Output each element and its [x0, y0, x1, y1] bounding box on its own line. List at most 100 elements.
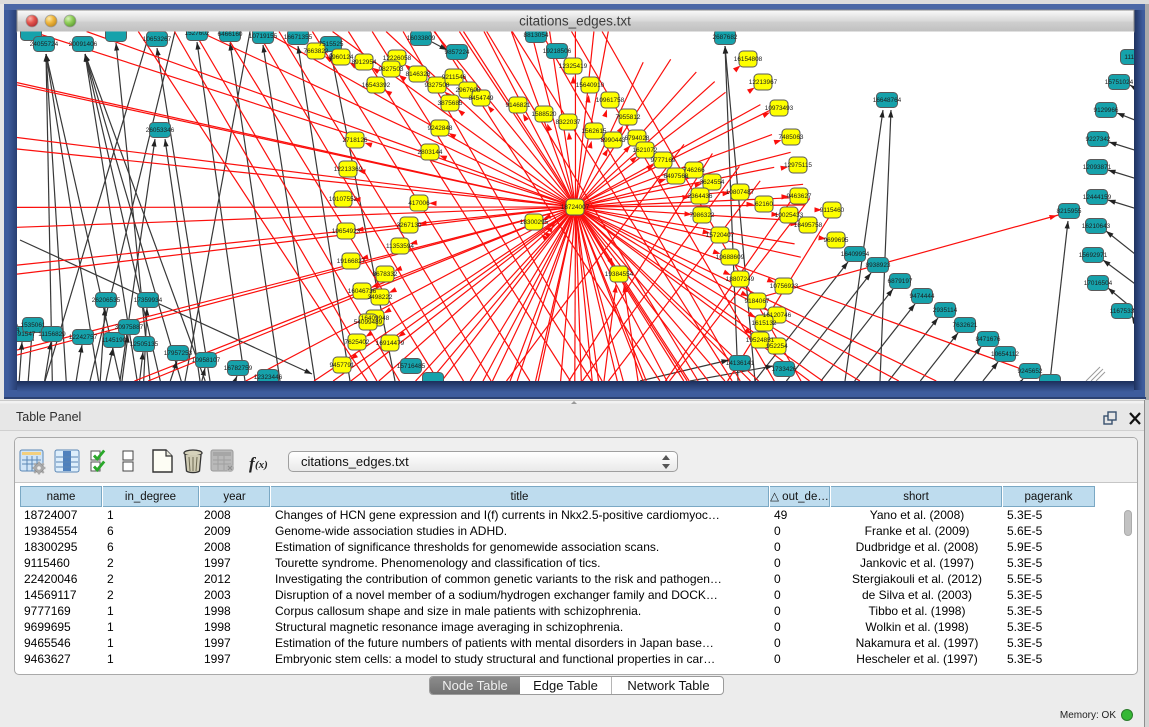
- svg-text:30975887: 30975887: [115, 324, 144, 331]
- svg-text:16543392: 16543392: [362, 82, 391, 89]
- svg-text:9827503: 9827503: [379, 66, 404, 73]
- svg-text:7986322: 7986322: [690, 212, 715, 219]
- svg-text:24055724: 24055724: [30, 41, 59, 48]
- svg-text:7632621: 7632621: [953, 322, 978, 329]
- svg-text:1621072: 1621072: [633, 147, 658, 154]
- svg-text:10961758: 10961758: [596, 97, 625, 104]
- svg-text:2718126: 2718126: [343, 137, 368, 144]
- svg-text:8146328: 8146328: [406, 71, 431, 78]
- svg-text:9474444: 9474444: [910, 293, 935, 300]
- svg-text:18300295: 18300295: [520, 219, 549, 226]
- svg-text:16120746: 16120746: [763, 312, 792, 319]
- svg-text:10654112: 10654112: [991, 351, 1019, 358]
- svg-text:8990443: 8990443: [601, 137, 626, 144]
- svg-text:19384554: 19384554: [605, 271, 634, 278]
- svg-text:10807487: 10807487: [726, 189, 755, 196]
- svg-text:6879197: 6879197: [888, 278, 913, 285]
- svg-text:10973493: 10973493: [765, 105, 794, 112]
- svg-text:2803144: 2803144: [418, 149, 443, 156]
- svg-text:54099489: 54099489: [354, 319, 383, 326]
- svg-text:16782759: 16782759: [224, 365, 253, 372]
- svg-text:9699695: 9699695: [824, 237, 849, 244]
- svg-text:16154808: 16154808: [734, 56, 763, 63]
- svg-text:1167533: 1167533: [1110, 308, 1135, 315]
- svg-text:8471676: 8471676: [976, 336, 1001, 343]
- svg-text:1733426: 1733426: [772, 366, 797, 373]
- svg-text:3267130: 3267130: [397, 222, 422, 229]
- svg-text:12444159: 12444159: [1083, 194, 1112, 201]
- svg-text:1588520: 1588520: [532, 111, 557, 118]
- svg-text:10756923: 10756923: [770, 283, 799, 290]
- svg-text:10107552: 10107552: [329, 196, 358, 203]
- svg-text:9327508: 9327508: [425, 82, 450, 89]
- svg-text:14136141: 14136141: [726, 360, 755, 367]
- svg-text:19166827: 19166827: [337, 258, 366, 265]
- svg-text:(x): (x): [255, 459, 268, 471]
- svg-text:1145190: 1145190: [102, 337, 127, 344]
- svg-text:8454749: 8454749: [469, 95, 494, 102]
- svg-text:10025433: 10025433: [775, 212, 804, 219]
- svg-text:1615132: 1615132: [752, 320, 777, 327]
- svg-text:7515525: 7515525: [319, 41, 344, 48]
- svg-text:8960124: 8960124: [329, 54, 354, 61]
- svg-text:11156829: 11156829: [38, 331, 66, 338]
- svg-text:16914479: 16914479: [376, 340, 405, 347]
- svg-text:18724007: 18724007: [561, 204, 590, 211]
- svg-text:12213967: 12213967: [749, 79, 778, 86]
- svg-text:9129966: 9129966: [1094, 107, 1119, 114]
- svg-text:8215955: 8215955: [1057, 208, 1082, 215]
- svg-text:6497568: 6497568: [664, 173, 689, 180]
- svg-text:2364436: 2364436: [688, 193, 713, 200]
- svg-text:17016504: 17016504: [1084, 280, 1113, 287]
- svg-text:16671355: 16671355: [284, 34, 313, 41]
- svg-text:26053346: 26053346: [146, 127, 175, 134]
- svg-text:15692971: 15692971: [1079, 252, 1108, 259]
- svg-text:11353594: 11353594: [386, 243, 414, 250]
- svg-text:18495758: 18495758: [794, 222, 823, 229]
- svg-text:9184067: 9184067: [745, 298, 770, 305]
- svg-text:citations_edges.txt: citations_edges.txt: [519, 14, 631, 29]
- svg-text:16033809: 16033809: [407, 35, 436, 42]
- svg-text:1562615: 1562615: [582, 128, 607, 135]
- svg-text:1535061: 1535061: [21, 322, 46, 329]
- svg-text:3875685: 3875685: [438, 100, 463, 107]
- svg-text:7955812: 7955812: [616, 114, 641, 121]
- svg-text:19218506: 19218506: [543, 48, 572, 55]
- svg-text:7485063: 7485063: [779, 134, 804, 141]
- svg-text:10958107: 10958107: [192, 357, 221, 364]
- svg-text:15716485: 15716485: [397, 363, 426, 370]
- svg-text:8813054: 8813054: [524, 32, 549, 39]
- svg-text:9245652: 9245652: [1018, 368, 1043, 375]
- svg-text:12505135: 12505135: [130, 341, 159, 348]
- svg-text:3498222: 3498222: [368, 294, 393, 301]
- svg-text:15751024: 15751024: [1105, 79, 1134, 86]
- svg-text:18807249: 18807249: [726, 276, 755, 283]
- svg-text:20091406: 20091406: [69, 41, 98, 48]
- svg-text:12242757: 12242757: [69, 334, 98, 341]
- svg-text:15720407: 15720407: [706, 232, 735, 239]
- svg-text:9146821: 9146821: [506, 102, 531, 109]
- svg-text:10688609: 10688609: [716, 254, 745, 261]
- svg-text:9227342: 9227342: [1086, 136, 1111, 143]
- svg-text:10653267: 10653267: [143, 36, 172, 43]
- svg-text:7663822: 7663822: [304, 48, 329, 55]
- svg-text:15640910: 15640910: [576, 82, 605, 89]
- svg-text:17359934: 17359934: [134, 297, 163, 304]
- svg-text:2687682: 2687682: [713, 34, 738, 41]
- svg-text:2935114: 2935114: [933, 307, 958, 314]
- svg-text:12323446: 12323446: [254, 374, 283, 381]
- svg-text:62160: 62160: [755, 201, 773, 208]
- svg-text:9211546: 9211546: [442, 74, 467, 81]
- svg-text:6794028: 6794028: [625, 135, 650, 142]
- svg-text:9463627: 9463627: [787, 193, 812, 200]
- svg-text:16648764: 16648764: [873, 97, 902, 104]
- svg-text:10719155: 10719155: [249, 33, 278, 40]
- svg-text:2967608: 2967608: [456, 87, 481, 94]
- svg-text:3624554: 3624554: [700, 179, 725, 186]
- svg-text:9857224: 9857224: [445, 49, 470, 56]
- svg-text:19654923: 19654923: [332, 228, 361, 235]
- svg-text:417006: 417006: [408, 200, 430, 207]
- svg-text:17957253: 17957253: [164, 350, 193, 357]
- svg-text:9242848: 9242848: [428, 125, 453, 132]
- svg-text:952254: 952254: [766, 343, 788, 350]
